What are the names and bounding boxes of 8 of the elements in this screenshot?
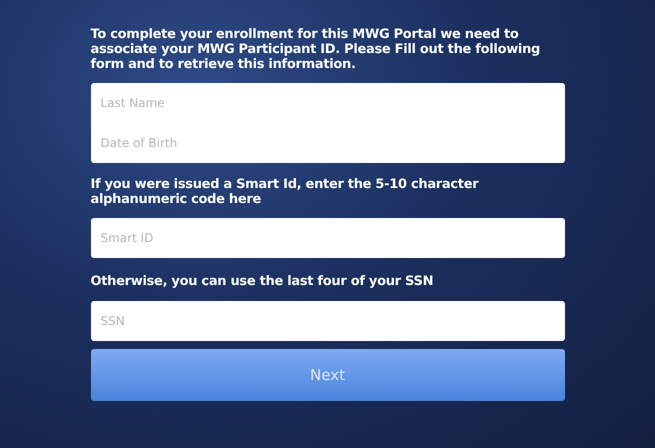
smart-id-instructions: If you were issued a Smart Id, enter the 5-10 character alphanumeric code here bbox=[90, 177, 480, 207]
ssn-instructions: Otherwise, you can use the last four of your SSN bbox=[90, 274, 434, 289]
intro-text: To complete your enrollment for this MWG Portal we need to associate your MWG Participant ID. Please Fill out the following form and to retrieve this information. bbox=[90, 27, 542, 72]
next-button[interactable]: Next bbox=[90, 349, 564, 401]
text-field[interactable]: Date of Birth bbox=[90, 123, 564, 163]
smart-id-field[interactable]: Smart ID bbox=[90, 218, 564, 258]
ssn-field[interactable]: SSN bbox=[90, 301, 564, 341]
text-field[interactable]: Last Name bbox=[90, 83, 564, 123]
